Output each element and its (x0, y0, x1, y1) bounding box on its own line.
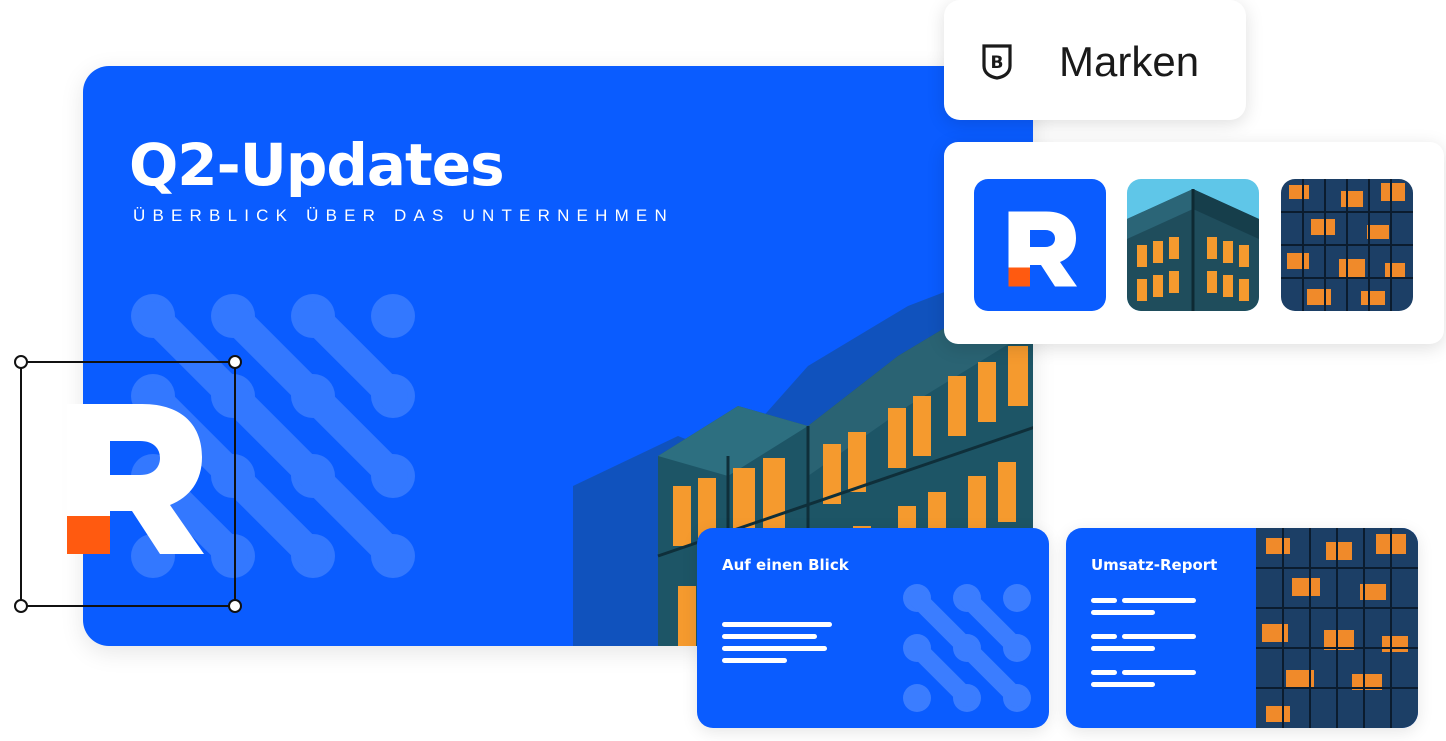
logo-selection-box[interactable] (14, 355, 242, 613)
resize-handle-top-left[interactable] (14, 355, 28, 369)
brands-label: Marken (1059, 38, 1200, 85)
r-logo-icon (1008, 211, 1077, 287)
text-placeholder-line (1091, 610, 1155, 615)
b-shield-icon: B (982, 44, 1012, 80)
revenue-report-title: Umsatz-Report (1091, 556, 1218, 574)
building-corner-image (1127, 179, 1259, 311)
building-facade-image (1281, 179, 1413, 311)
r-logo-icon (67, 404, 204, 554)
asset-tile-building-corner[interactable] (1127, 179, 1259, 311)
asset-tile-building-facade[interactable] (1281, 179, 1413, 311)
text-placeholder-line (722, 646, 827, 651)
text-placeholder-line (722, 622, 832, 627)
slide-title: Q2-Updates (129, 131, 505, 199)
brands-panel[interactable]: B Marken (944, 0, 1246, 120)
resize-handle-bottom-left[interactable] (14, 599, 28, 613)
brand-assets-panel (944, 142, 1444, 344)
overview-card[interactable]: Auf einen Blick (697, 528, 1049, 728)
building-facade-image (1256, 528, 1418, 728)
resize-handle-bottom-right[interactable] (228, 599, 242, 613)
dot-pattern-decoration (903, 584, 1031, 712)
text-placeholder-line (722, 634, 817, 639)
asset-tile-logo[interactable] (974, 179, 1106, 311)
overview-card-title: Auf einen Blick (722, 556, 849, 574)
text-placeholder-line (1122, 598, 1196, 603)
text-placeholder-line (1122, 634, 1196, 639)
text-placeholder-line (722, 658, 787, 663)
text-placeholder-line (1122, 670, 1196, 675)
resize-handle-top-right[interactable] (228, 355, 242, 369)
revenue-report-card[interactable]: Umsatz-Report (1066, 528, 1418, 728)
text-placeholder-line (1091, 634, 1117, 639)
text-placeholder-line (1091, 598, 1117, 603)
text-placeholder-line (1091, 670, 1117, 675)
text-placeholder-line (1091, 646, 1155, 651)
text-placeholder-line (1091, 682, 1155, 687)
svg-text:B: B (991, 53, 1004, 73)
